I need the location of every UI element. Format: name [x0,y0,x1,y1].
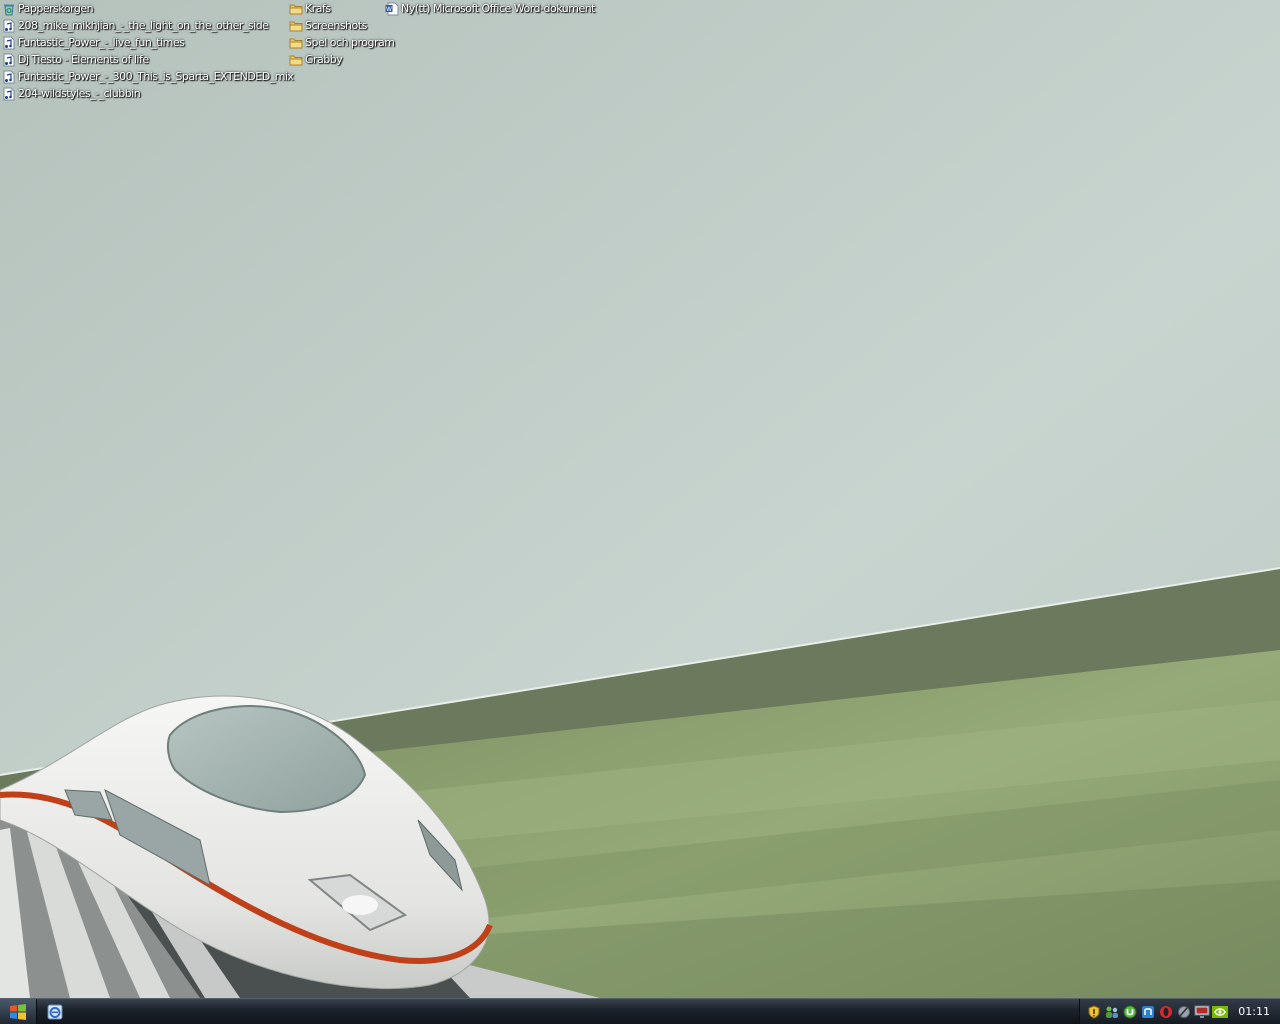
audio-file-label: Funtastic_Power_-_live_fun_times [18,36,185,49]
folder-label: Screenshots [305,19,367,32]
opera-icon [1160,1005,1173,1018]
audio-file-icon [3,53,15,66]
audio-file-icon [3,36,15,49]
svg-text:W: W [386,6,392,13]
nvidia-tray[interactable] [1212,1004,1229,1020]
taskbar: 01:11 [0,998,1280,1024]
security-shield-icon [1088,1004,1100,1019]
recycle-bin-label: Papperskorgen [18,2,94,15]
quick-launch [46,1003,64,1021]
torrent-icon [1123,1005,1137,1018]
word-document-icon: W [385,2,399,15]
desktop-icons-column-1: Papperskorgen 208_mike_mikhjian_-_the_li… [2,0,294,102]
volume-tray[interactable] [1176,1004,1192,1020]
audio-file-shortcut[interactable]: Dj Tiesto - Elements of life [2,51,294,68]
train-wallpaper [0,0,1280,998]
desktop-icons-column-3: W Ny(tt) Microsoft Office Word-dokument [385,0,596,17]
audio-file-label: 204-wildstyles_-_clubbin [18,87,141,100]
opera-tray[interactable] [1158,1004,1174,1020]
desktop-icons-column-2: Krafs Screenshots Spel och program Grabb… [289,0,395,68]
messenger-icon [1142,1005,1155,1018]
volume-icon [1178,1005,1191,1018]
folder-label: Spel och program [305,36,395,49]
folder-icon [289,4,303,14]
audio-file-shortcut[interactable]: Funtastic_Power_-_300_This_is_Sparta_EXT… [2,68,294,85]
display-icon [1194,1005,1210,1018]
taskbar-clock[interactable]: 01:11 [1238,1005,1270,1018]
folder-icon [289,38,303,48]
internet-explorer-icon [47,1004,63,1020]
security-shield-tray[interactable] [1086,1004,1102,1020]
audio-file-icon [3,87,15,100]
network-users-icon [1106,1006,1119,1018]
desktop[interactable]: Papperskorgen 208_mike_mikhjian_-_the_li… [0,0,1280,998]
messenger-tray[interactable] [1140,1004,1156,1020]
folder-icon [289,21,303,31]
folder-label: Krafs [305,2,331,15]
folder-shortcut[interactable]: Spel och program [289,34,395,51]
audio-file-label: 208_mike_mikhjian_-_the_light_on_the_oth… [18,19,269,32]
word-document-label: Ny(tt) Microsoft Office Word-dokument [401,2,596,15]
audio-file-icon [3,19,15,32]
system-tray: 01:11 [1079,999,1280,1024]
network-users-tray[interactable] [1104,1004,1120,1020]
torrent-tray[interactable] [1122,1004,1138,1020]
audio-file-label: Funtastic_Power_-_300_This_is_Sparta_EXT… [18,70,294,83]
audio-file-shortcut[interactable]: 208_mike_mikhjian_-_the_light_on_the_oth… [2,17,294,34]
audio-file-icon [3,70,15,83]
start-button[interactable] [0,999,37,1024]
display-tray[interactable] [1194,1004,1210,1020]
word-document-shortcut[interactable]: W Ny(tt) Microsoft Office Word-dokument [385,0,596,17]
internet-explorer-launcher[interactable] [46,1003,64,1021]
windows-logo-icon [10,1003,26,1020]
audio-file-shortcut[interactable]: Funtastic_Power_-_live_fun_times [2,34,294,51]
folder-shortcut[interactable]: Grabby [289,51,395,68]
folder-icon [289,55,303,65]
audio-file-shortcut[interactable]: 204-wildstyles_-_clubbin [2,85,294,102]
folder-label: Grabby [305,53,343,66]
audio-file-label: Dj Tiesto - Elements of life [18,53,149,66]
recycle-bin-icon [4,4,14,15]
folder-shortcut[interactable]: Screenshots [289,17,395,34]
folder-shortcut[interactable]: Krafs [289,0,395,17]
nvidia-icon [1212,1005,1229,1018]
recycle-bin-shortcut[interactable]: Papperskorgen [2,0,294,17]
